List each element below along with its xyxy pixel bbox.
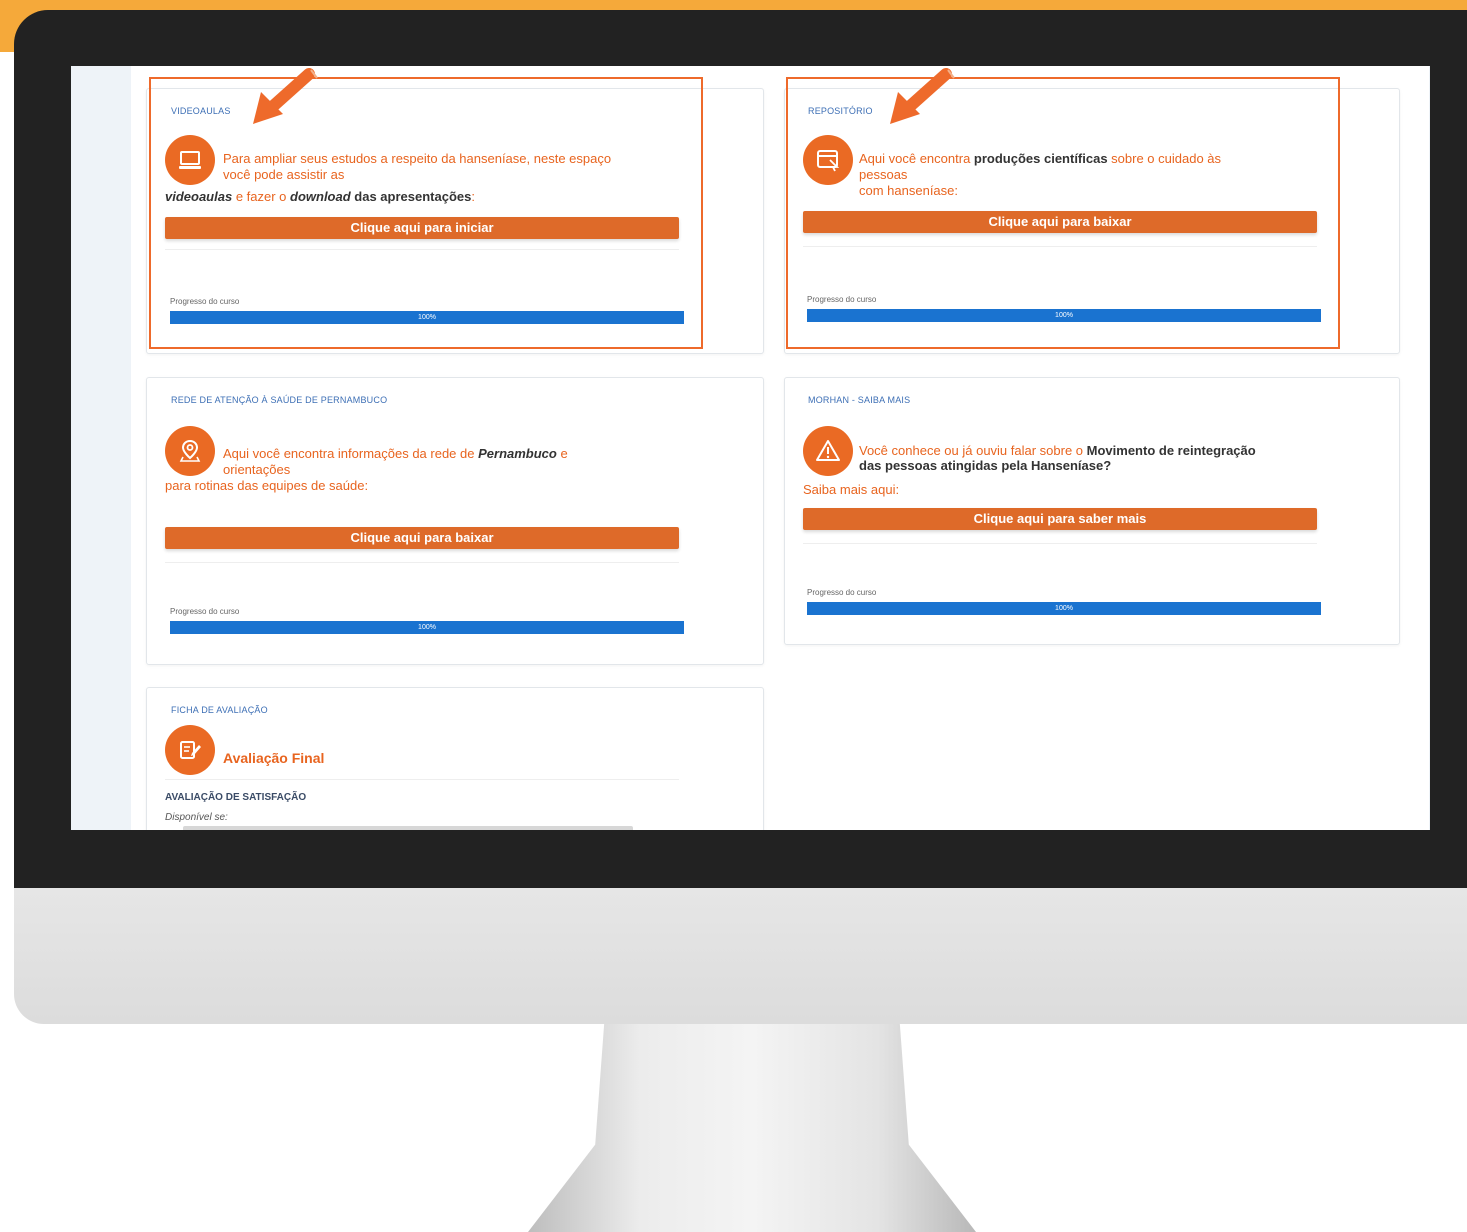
progress-label: Progresso do curso <box>807 588 877 597</box>
course-page: VIDEOAULAS Para ampliar seus estudos a r… <box>131 66 1429 830</box>
monitor-chin <box>14 888 1467 1024</box>
progress-label: Progresso do curso <box>170 607 240 616</box>
divider <box>165 779 679 780</box>
subheading: AVALIAÇÃO DE SATISFAÇÃO <box>165 792 307 803</box>
arrow-icon <box>890 68 955 124</box>
divider <box>165 562 679 563</box>
section-heading[interactable]: Avaliação Final <box>223 750 324 766</box>
edit-document-icon <box>165 725 215 775</box>
monitor-stand <box>528 1024 976 1232</box>
highlight-box-videoaulas <box>149 77 703 349</box>
learn-more-button[interactable]: Clique aqui para saber mais <box>803 508 1317 530</box>
download-button[interactable]: Clique aqui para baixar <box>165 527 679 549</box>
progress-bar: 100% <box>807 602 1321 615</box>
card-ficha-avaliacao: FICHA DE AVALIAÇÃO Avaliação Final AVALI… <box>146 687 764 830</box>
highlight-box-repositorio <box>786 77 1340 349</box>
divider <box>803 543 1317 544</box>
card-morhan: MORHAN - SAIBA MAIS Você conhece ou já o… <box>784 377 1400 645</box>
warning-icon <box>803 426 853 476</box>
monitor-screen: VIDEOAULAS Para ampliar seus estudos a r… <box>71 66 1430 830</box>
card-title: REDE DE ATENÇÃO À SAÚDE DE PERNAMBUCO <box>171 395 388 405</box>
map-pin-icon <box>165 426 215 476</box>
card-text-line-2: orientações <box>223 462 291 477</box>
text-fragment: Pernambuco <box>478 446 557 461</box>
card-text-line-1: Aqui você encontra informações da rede d… <box>223 446 568 462</box>
progress-value: 100% <box>418 624 436 631</box>
text-fragment: Você conhece ou já ouviu falar sobre o <box>859 443 1087 458</box>
card-rede-pernambuco: REDE DE ATENÇÃO À SAÚDE DE PERNAMBUCO Aq… <box>146 377 764 665</box>
availability-text: Disponível se: <box>165 812 228 823</box>
card-text-line-2: das pessoas atingidas pela Hanseníase? <box>859 458 1112 473</box>
text-fragment: e <box>556 446 568 461</box>
text-fragment: Aqui você encontra informações da rede d… <box>223 446 479 461</box>
progress-value: 100% <box>1055 605 1073 612</box>
cut-off-list-item <box>183 826 633 830</box>
card-text-line-3: para rotinas das equipes de saúde: <box>165 478 369 493</box>
card-title: MORHAN - SAIBA MAIS <box>808 395 911 405</box>
card-text-line-3: Saiba mais aqui: <box>803 482 900 497</box>
card-title: FICHA DE AVALIAÇÃO <box>171 705 268 715</box>
text-fragment: Movimento de reintegração <box>1086 443 1256 458</box>
card-text-line-1: Você conhece ou já ouviu falar sobre o M… <box>859 443 1256 459</box>
arrow-icon <box>253 68 318 124</box>
progress-bar: 100% <box>170 621 684 634</box>
